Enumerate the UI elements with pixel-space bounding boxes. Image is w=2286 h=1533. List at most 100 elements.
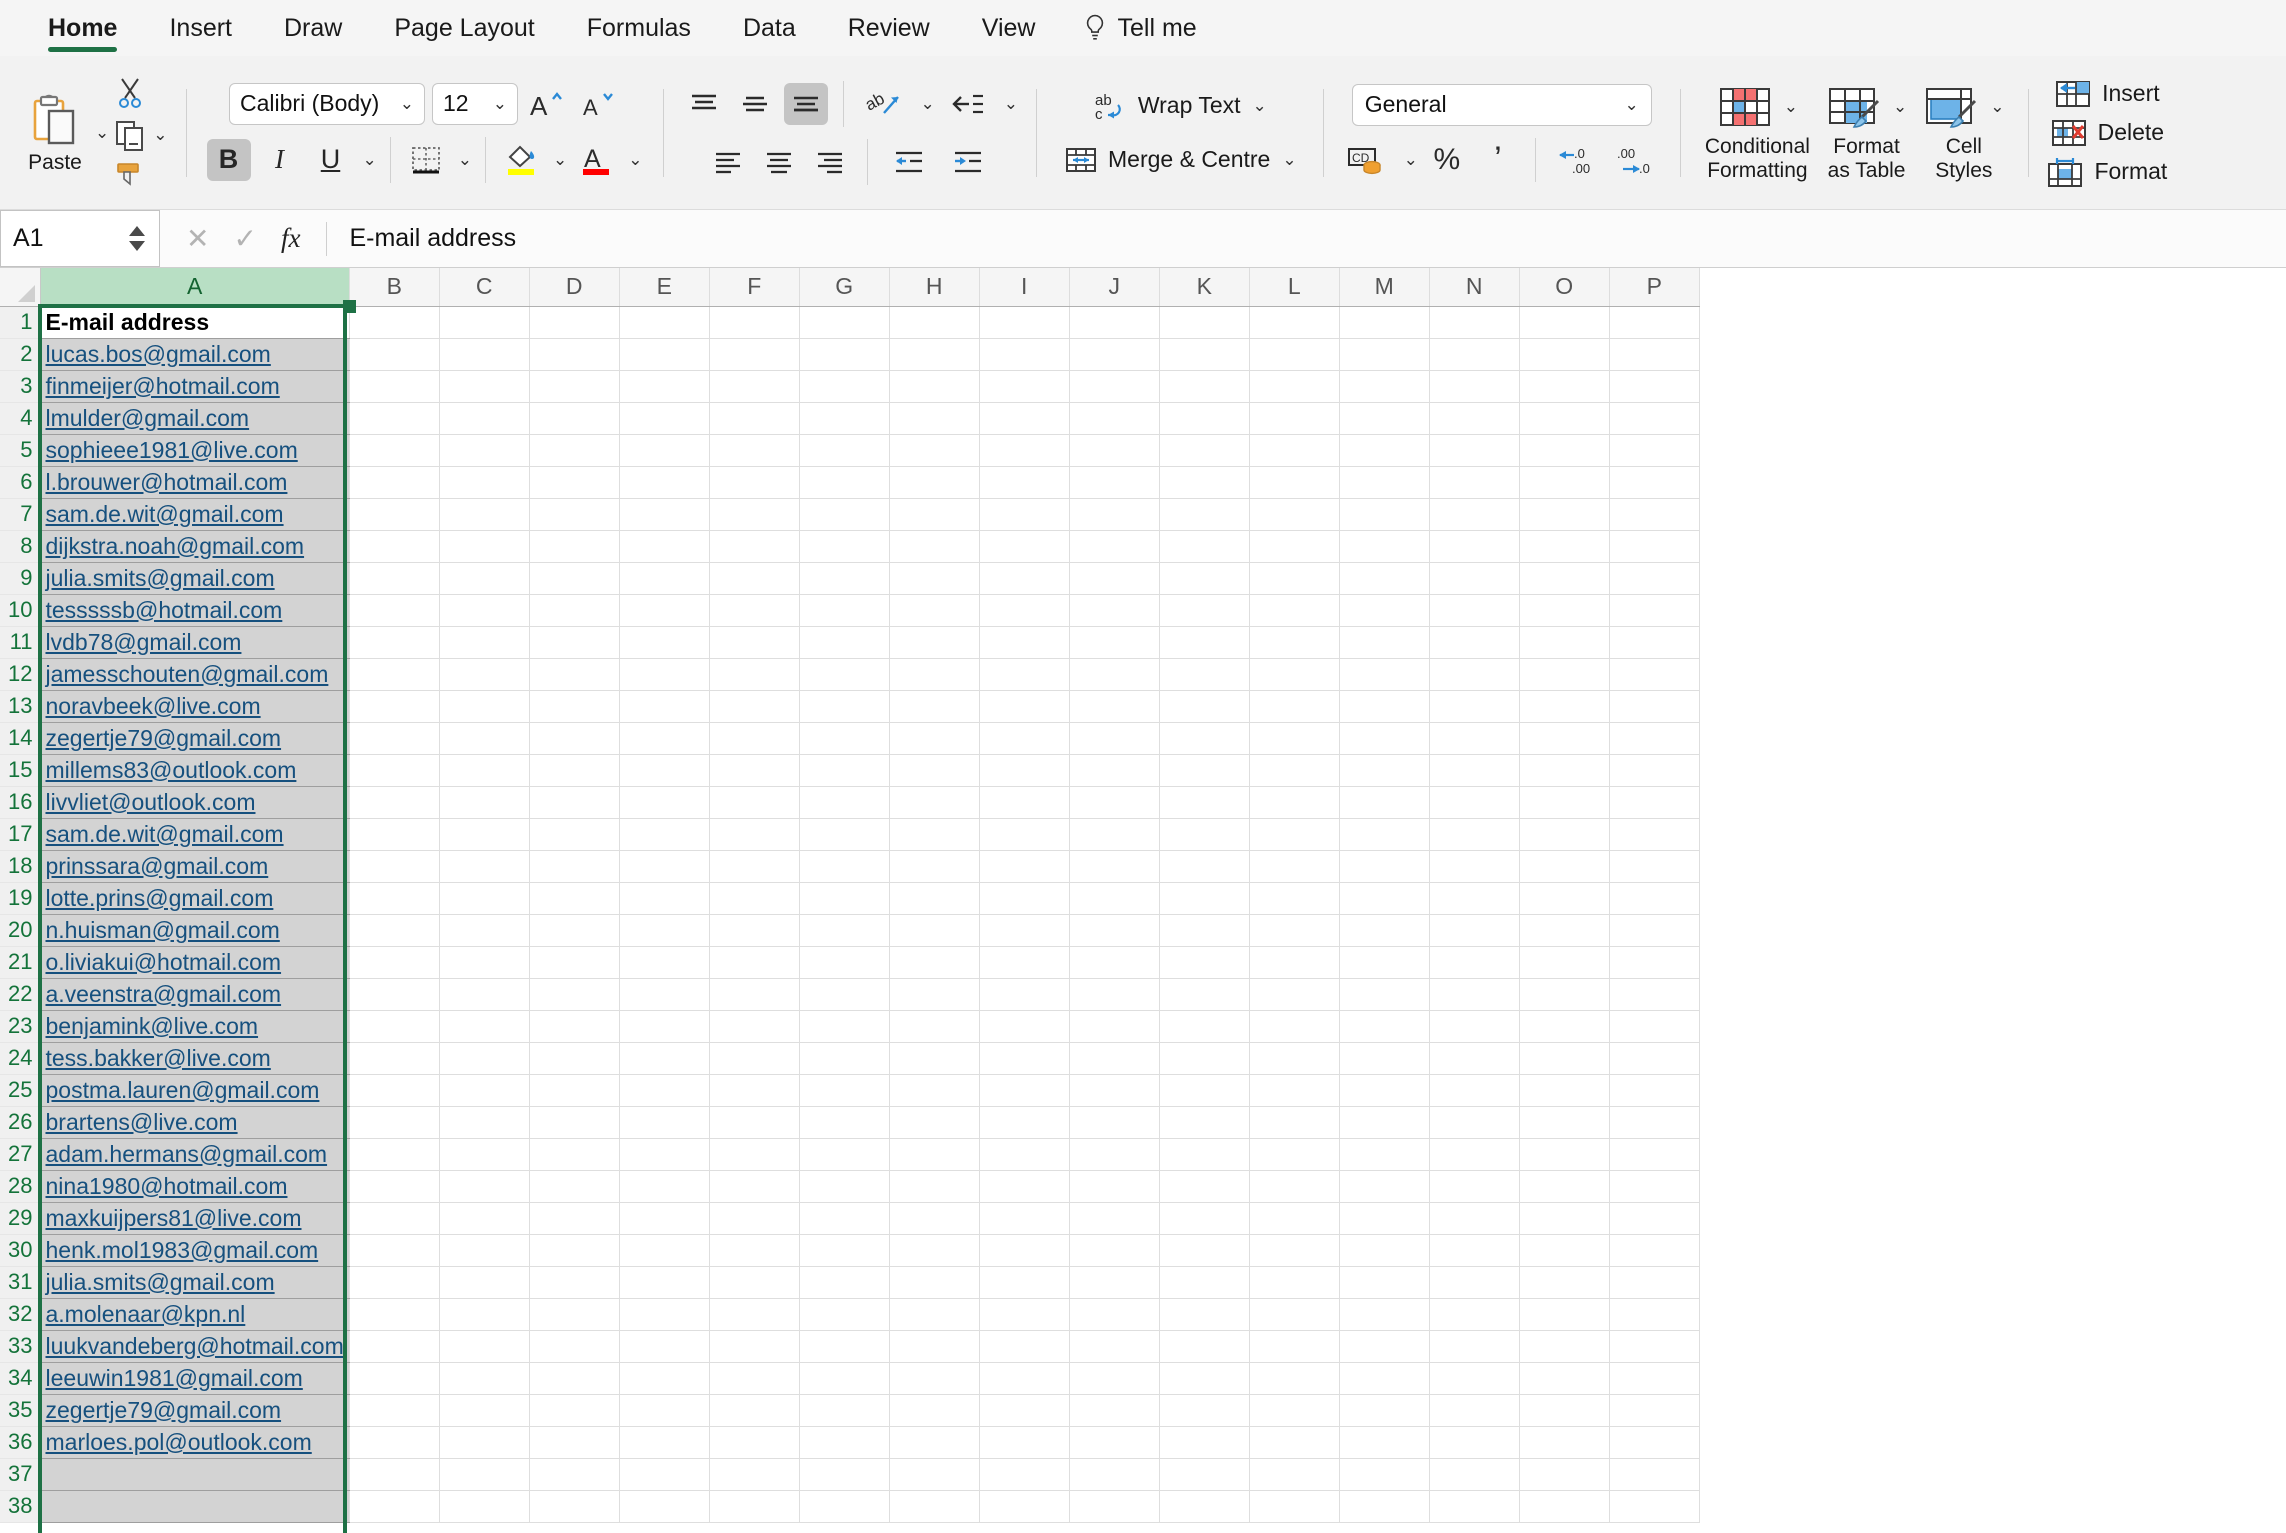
cell-E38[interactable] <box>619 1490 710 1523</box>
row-header-2[interactable]: 2 <box>0 338 41 371</box>
cell-I15[interactable] <box>979 754 1070 787</box>
cell-G5[interactable] <box>799 434 890 467</box>
font-size-select[interactable]: 12 ⌄ <box>432 82 518 125</box>
cell-M6[interactable] <box>1339 466 1430 499</box>
cell-E36[interactable] <box>619 1426 710 1459</box>
cell-N27[interactable] <box>1429 1138 1520 1171</box>
cell-I13[interactable] <box>979 690 1070 723</box>
cell-P20[interactable] <box>1609 914 1700 947</box>
cell-H30[interactable] <box>889 1234 980 1267</box>
cell-I36[interactable] <box>979 1426 1070 1459</box>
cell-B28[interactable] <box>349 1170 440 1203</box>
hyperlink[interactable]: sophieee1981@live.com <box>46 437 298 463</box>
cell-E14[interactable] <box>619 722 710 755</box>
name-box[interactable]: A1 <box>0 210 160 267</box>
cell-E27[interactable] <box>619 1138 710 1171</box>
cell-H32[interactable] <box>889 1298 980 1331</box>
cell-C23[interactable] <box>439 1010 530 1043</box>
cell-D32[interactable] <box>529 1298 620 1331</box>
cell-A14[interactable]: zegertje79@gmail.com <box>40 722 350 755</box>
cell-C17[interactable] <box>439 818 530 851</box>
align-center-button[interactable] <box>757 141 801 183</box>
cell-A34[interactable]: leeuwin1981@gmail.com <box>40 1362 350 1395</box>
cell-E4[interactable] <box>619 402 710 435</box>
column-header-e[interactable]: E <box>619 268 710 307</box>
row-header-11[interactable]: 11 <box>0 626 41 659</box>
cell-K35[interactable] <box>1159 1394 1250 1427</box>
format-as-table-button[interactable]: ⌄ Format as Table <box>1820 79 1913 186</box>
cell-D28[interactable] <box>529 1170 620 1203</box>
cell-E23[interactable] <box>619 1010 710 1043</box>
cell-A5[interactable]: sophieee1981@live.com <box>40 434 350 467</box>
cell-D37[interactable] <box>529 1458 620 1491</box>
cell-C7[interactable] <box>439 498 530 531</box>
cell-G23[interactable] <box>799 1010 890 1043</box>
cell-D38[interactable] <box>529 1490 620 1523</box>
number-format-select[interactable]: General ⌄ <box>1351 83 1652 126</box>
cell-O28[interactable] <box>1519 1170 1610 1203</box>
cell-P6[interactable] <box>1609 466 1700 499</box>
cell-M11[interactable] <box>1339 626 1430 659</box>
cell-I31[interactable] <box>979 1266 1070 1299</box>
cell-G3[interactable] <box>799 370 890 403</box>
hyperlink[interactable]: postma.lauren@gmail.com <box>46 1077 320 1103</box>
cell-B35[interactable] <box>349 1394 440 1427</box>
wrap-text-chevron-down-icon[interactable]: ⌄ <box>1253 96 1267 116</box>
cell-E11[interactable] <box>619 626 710 659</box>
merge-centre-button[interactable]: Merge & Centre ⌄ <box>1055 139 1305 181</box>
cell-L4[interactable] <box>1249 402 1340 435</box>
cell-A22[interactable]: a.veenstra@gmail.com <box>40 978 350 1011</box>
cell-E33[interactable] <box>619 1330 710 1363</box>
cell-E12[interactable] <box>619 658 710 691</box>
borders-chevron-down-icon[interactable]: ⌄ <box>458 150 472 170</box>
cell-P32[interactable] <box>1609 1298 1700 1331</box>
cell-G36[interactable] <box>799 1426 890 1459</box>
merge-centre-chevron-down-icon[interactable]: ⌄ <box>1282 150 1296 170</box>
cell-M15[interactable] <box>1339 754 1430 787</box>
cell-I22[interactable] <box>979 978 1070 1011</box>
cell-G10[interactable] <box>799 594 890 627</box>
cell-L27[interactable] <box>1249 1138 1340 1171</box>
cell-N25[interactable] <box>1429 1074 1520 1107</box>
hyperlink[interactable]: millems83@outlook.com <box>46 757 297 783</box>
hyperlink[interactable]: marloes.pol@outlook.com <box>46 1429 312 1455</box>
tab-home[interactable]: Home <box>22 0 143 56</box>
cell-P9[interactable] <box>1609 562 1700 595</box>
cell-H20[interactable] <box>889 914 980 947</box>
cell-J25[interactable] <box>1069 1074 1160 1107</box>
cell-P23[interactable] <box>1609 1010 1700 1043</box>
cell-L7[interactable] <box>1249 498 1340 531</box>
text-direction-button[interactable] <box>942 83 994 125</box>
cell-I12[interactable] <box>979 658 1070 691</box>
cell-B19[interactable] <box>349 882 440 915</box>
cell-L12[interactable] <box>1249 658 1340 691</box>
cell-D5[interactable] <box>529 434 620 467</box>
cell-M13[interactable] <box>1339 690 1430 723</box>
cell-G32[interactable] <box>799 1298 890 1331</box>
cell-L19[interactable] <box>1249 882 1340 915</box>
align-left-button[interactable] <box>706 141 750 183</box>
cell-O29[interactable] <box>1519 1202 1610 1235</box>
cell-G28[interactable] <box>799 1170 890 1203</box>
row-header-37[interactable]: 37 <box>0 1458 41 1491</box>
cell-D15[interactable] <box>529 754 620 787</box>
cell-K1[interactable] <box>1159 306 1250 339</box>
cell-L26[interactable] <box>1249 1106 1340 1139</box>
cell-F22[interactable] <box>709 978 800 1011</box>
cell-P28[interactable] <box>1609 1170 1700 1203</box>
row-header-30[interactable]: 30 <box>0 1234 41 1267</box>
cell-H4[interactable] <box>889 402 980 435</box>
cell-E32[interactable] <box>619 1298 710 1331</box>
cell-O14[interactable] <box>1519 722 1610 755</box>
cell-F34[interactable] <box>709 1362 800 1395</box>
cell-H13[interactable] <box>889 690 980 723</box>
cell-P5[interactable] <box>1609 434 1700 467</box>
column-header-f[interactable]: F <box>709 268 800 307</box>
italic-button[interactable]: I <box>258 139 302 181</box>
cell-B31[interactable] <box>349 1266 440 1299</box>
cell-I37[interactable] <box>979 1458 1070 1491</box>
cell-E35[interactable] <box>619 1394 710 1427</box>
cell-N32[interactable] <box>1429 1298 1520 1331</box>
row-header-34[interactable]: 34 <box>0 1362 41 1395</box>
cell-J35[interactable] <box>1069 1394 1160 1427</box>
